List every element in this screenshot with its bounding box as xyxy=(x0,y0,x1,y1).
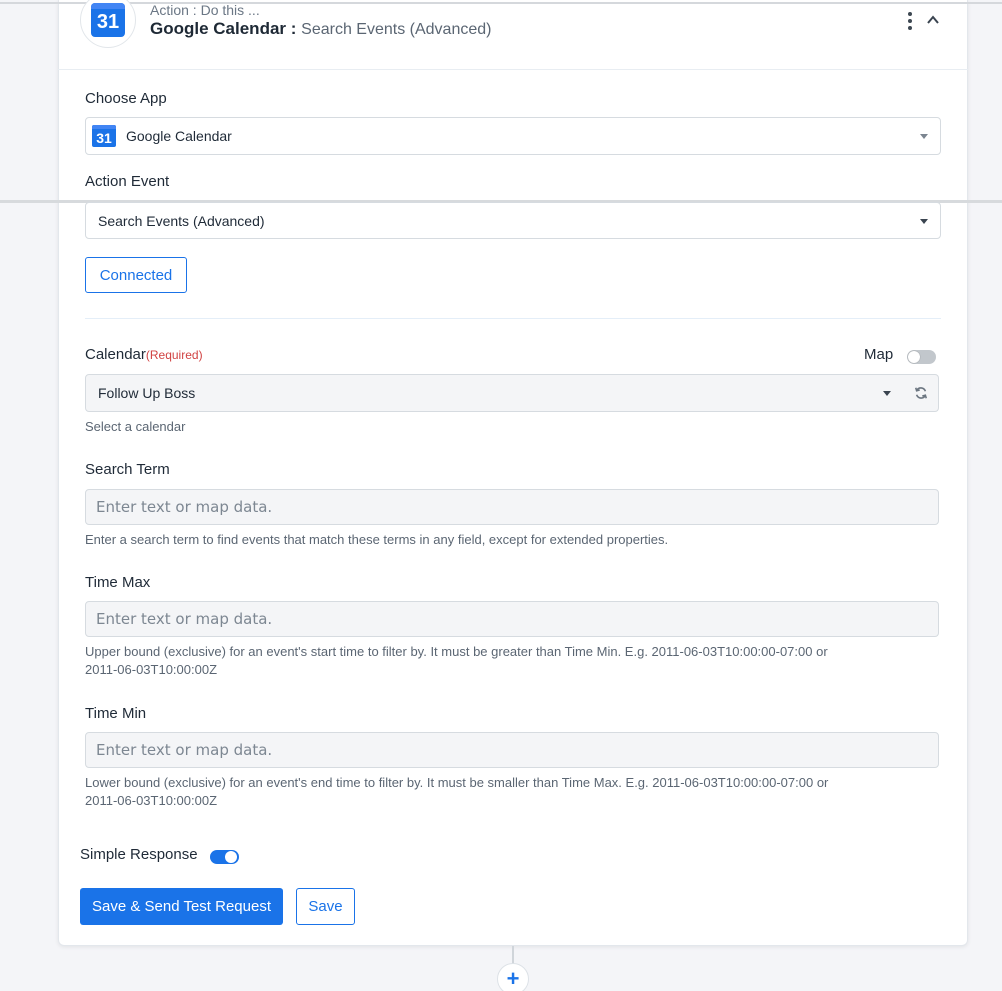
time-max-input[interactable]: Enter text or map data. xyxy=(85,601,939,637)
time-min-help-line2: 2011-06-03T10:00:00Z xyxy=(85,793,218,808)
search-term-label: Search Term xyxy=(85,461,170,478)
google-calendar-icon-text: 31 xyxy=(96,130,112,146)
map-label: Map xyxy=(864,346,894,363)
action-event-select[interactable]: Search Events (Advanced) xyxy=(85,202,941,239)
form-divider xyxy=(85,318,941,319)
toggle-knob xyxy=(908,351,920,363)
action-kicker-text: Action : Do this ... xyxy=(150,2,260,18)
chevron-down-icon xyxy=(920,134,928,139)
collapse-chevron-up-icon[interactable] xyxy=(926,13,940,27)
time-max-help-line1: Upper bound (exclusive) for an event's s… xyxy=(85,644,828,659)
save-and-send-test-button[interactable]: Save & Send Test Request xyxy=(80,888,283,925)
chevron-down-icon xyxy=(883,391,891,396)
time-min-help: Lower bound (exclusive) for an event's e… xyxy=(85,774,945,810)
choose-app-value: Google Calendar xyxy=(126,128,232,144)
google-calendar-icon-text: 31 xyxy=(96,10,120,33)
chevron-down-icon xyxy=(920,219,928,224)
calendar-label-text: Calendar xyxy=(85,346,146,363)
map-toggle[interactable] xyxy=(907,350,936,364)
google-calendar-icon: 31 xyxy=(91,3,125,37)
calendar-help: Select a calendar xyxy=(85,419,186,434)
time-max-help-line2: 2011-06-03T10:00:00Z xyxy=(85,662,218,677)
time-max-label: Time Max xyxy=(85,574,151,591)
action-title-event: Search Events (Advanced) xyxy=(301,21,492,38)
refresh-calendar-button[interactable] xyxy=(903,374,939,412)
simple-response-toggle[interactable] xyxy=(210,850,239,864)
calendar-value: Follow Up Boss xyxy=(98,385,196,401)
time-max-help: Upper bound (exclusive) for an event's s… xyxy=(85,643,945,679)
save-button[interactable]: Save xyxy=(296,888,355,925)
calendar-select[interactable]: Follow Up Boss xyxy=(85,374,904,412)
search-term-help: Enter a search term to find events that … xyxy=(85,532,669,547)
connected-button[interactable]: Connected xyxy=(85,257,187,293)
time-min-help-line1: Lower bound (exclusive) for an event's e… xyxy=(85,775,829,790)
action-card-header[interactable]: 31 Action : Do this ... Google Calendar … xyxy=(58,0,968,70)
more-options-icon[interactable] xyxy=(906,12,914,30)
time-min-input[interactable]: Enter text or map data. xyxy=(85,732,939,768)
action-event-label: Action Event xyxy=(85,173,170,190)
action-event-value: Search Events (Advanced) xyxy=(98,212,265,229)
search-term-input[interactable]: Enter text or map data. xyxy=(85,489,939,525)
time-min-label: Time Min xyxy=(85,705,147,722)
choose-app-select[interactable]: 31 Google Calendar xyxy=(85,117,941,155)
action-title: Google Calendar : Search Events (Advance… xyxy=(150,19,491,39)
google-calendar-icon: 31 xyxy=(92,125,116,147)
required-marker: (Required) xyxy=(145,348,203,362)
add-step-plus-icon[interactable]: + xyxy=(497,963,529,991)
choose-app-label: Choose App xyxy=(85,90,167,107)
app-logo-circle: 31 xyxy=(80,0,136,48)
calendar-label: Calendar(Required) xyxy=(85,346,203,363)
toggle-knob xyxy=(225,851,237,863)
action-title-app: Google Calendar : xyxy=(150,19,297,38)
simple-response-label: Simple Response xyxy=(80,846,198,863)
refresh-icon xyxy=(914,387,927,399)
